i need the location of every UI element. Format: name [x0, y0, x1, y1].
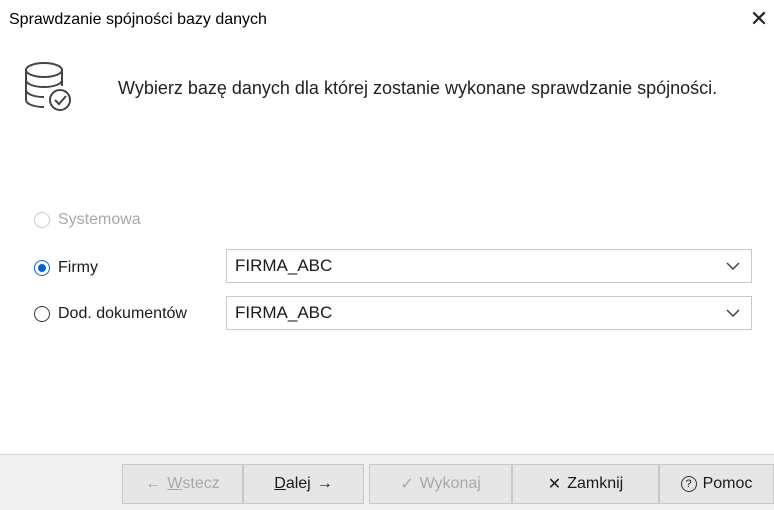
- option-label-firmy[interactable]: Firmy: [58, 259, 98, 277]
- dod-dokumentow-database-select[interactable]: FIRMA_ABC: [226, 296, 752, 330]
- help-button[interactable]: ? Pomoc: [659, 464, 774, 504]
- window-title: Sprawdzanie spójności bazy danych: [9, 11, 267, 28]
- description-text: Wybierz bazę danych dla której zostanie …: [118, 78, 718, 98]
- chevron-down-icon[interactable]: [721, 254, 745, 278]
- option-systemowa: Systemowa: [34, 206, 141, 234]
- option-label-dod-dokumentow[interactable]: Dod. dokumentów: [58, 305, 187, 323]
- option-dod-dokumentow[interactable]: Dod. dokumentów: [34, 300, 187, 328]
- radio-firmy[interactable]: [34, 260, 50, 276]
- next-button[interactable]: Dalej →: [243, 464, 364, 504]
- title-bar: Sprawdzanie spójności bazy danych ✕: [0, 0, 774, 38]
- footer: ← Wstecz Dalej → ✓ Wykonaj ✕ Zamknij ? P…: [0, 455, 774, 510]
- help-icon: ?: [680, 476, 697, 492]
- database-check-icon: [25, 62, 71, 111]
- check-icon: ✓: [400, 476, 414, 493]
- firmy-database-select[interactable]: FIRMA_ABC: [226, 249, 752, 283]
- execute-button[interactable]: ✓ Wykonaj: [369, 464, 512, 504]
- close-button[interactable]: ✕ Zamknij: [512, 464, 659, 504]
- close-icon: ✕: [547, 476, 562, 493]
- radio-systemowa: [34, 212, 50, 228]
- close-icon[interactable]: ✕: [748, 8, 770, 30]
- option-label-systemowa: Systemowa: [58, 211, 141, 228]
- back-button[interactable]: ← Wstecz: [122, 464, 243, 504]
- firmy-select-value: FIRMA_ABC: [235, 256, 333, 275]
- arrow-left-icon: ←: [145, 475, 162, 492]
- radio-dod-dokumentow[interactable]: [34, 306, 50, 322]
- option-firmy[interactable]: Firmy: [34, 254, 98, 282]
- arrow-right-icon: →: [316, 475, 333, 492]
- dod-dokumentow-select-value: FIRMA_ABC: [235, 303, 333, 322]
- chevron-down-icon[interactable]: [721, 301, 745, 325]
